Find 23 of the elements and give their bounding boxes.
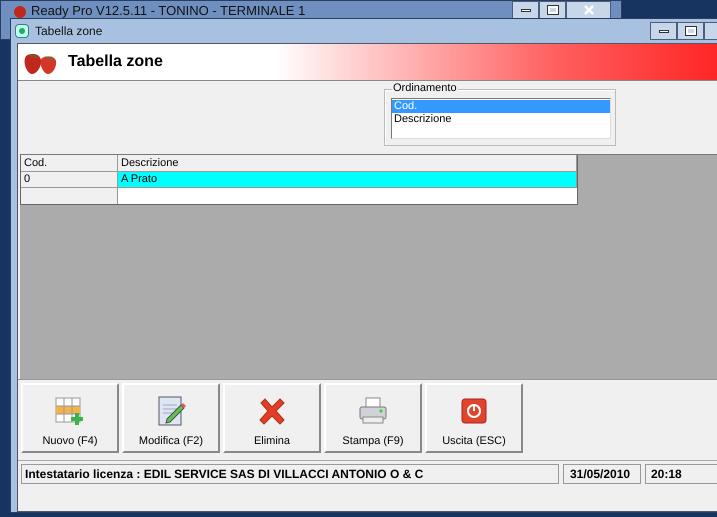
toolbar-button[interactable]: Elimina	[223, 383, 321, 453]
close-icon	[584, 5, 594, 15]
table-cell: A Prato	[118, 172, 577, 188]
minimize-button[interactable]	[650, 22, 677, 40]
status-date: 31/05/2010	[563, 464, 641, 484]
window-title: Tabella zone	[35, 23, 104, 40]
status-time: 20:18	[645, 464, 717, 484]
toolbar-button[interactable]: Nuovo (F4)	[21, 383, 119, 453]
toolbar-button[interactable]: Modifica (F2)	[122, 383, 220, 453]
strawberry-icon	[13, 4, 27, 18]
toolbar-button[interactable]: Stampa (F9)	[324, 383, 422, 453]
grid-plus-icon	[54, 395, 86, 427]
maximize-button[interactable]	[539, 1, 566, 19]
header-title: Tabella zone	[68, 52, 163, 72]
status-license: Intestatario licenza : EDIL SERVICE SAS DI VILLACCI ANTONIO O & C	[21, 464, 559, 484]
table-cell: 0	[21, 172, 118, 188]
window-title: Ready Pro V12.5.11 - TONINO - TERMINALE 1	[31, 4, 306, 18]
close-button[interactable]	[566, 1, 611, 19]
toolbar-button[interactable]: Uscita (ESC)	[425, 383, 523, 453]
list-item[interactable]: Descrizione	[392, 113, 610, 126]
minimize-button[interactable]	[512, 1, 539, 19]
maximize-button[interactable]	[677, 22, 704, 40]
app-icon	[15, 24, 29, 38]
